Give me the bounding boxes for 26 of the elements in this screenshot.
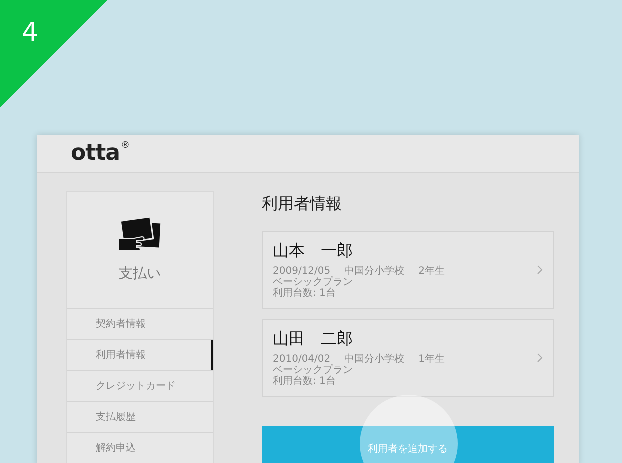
sidebar-item[interactable]: 支払履歴 bbox=[67, 402, 213, 433]
sidebar-item[interactable]: クレジットカード bbox=[67, 371, 213, 402]
user-birthdate: 2010/04/02 bbox=[273, 354, 331, 365]
user-device-count: 利用台数: 1台 bbox=[273, 376, 337, 387]
user-plan: ベーシックプラン bbox=[273, 277, 354, 288]
user-school: 中国分小学校 bbox=[344, 354, 405, 365]
chevron-right-icon bbox=[537, 265, 543, 275]
user-card[interactable]: 山田 二郎 2010/04/02 中国分小学校 1年生 ベーシックプラン 利用台数: 1台 bbox=[262, 319, 554, 397]
user-name: 山本 一郎 bbox=[273, 241, 354, 262]
sidebar-item[interactable]: 利用者情報 bbox=[67, 340, 213, 371]
page-title: 利用者情報 bbox=[262, 194, 343, 215]
user-birthdate: 2009/12/05 bbox=[273, 266, 331, 277]
user-grade: 2年生 bbox=[418, 266, 446, 277]
user-device-count: 利用台数: 1台 bbox=[273, 288, 337, 299]
user-name: 山田 二郎 bbox=[273, 329, 354, 350]
chevron-right-icon bbox=[537, 353, 543, 363]
sidebar-item[interactable]: 解約申込 bbox=[67, 433, 213, 463]
step-number-badge: 4 bbox=[0, 0, 108, 108]
otta-logo: otta® bbox=[71, 141, 130, 166]
user-plan: ベーシックプラン bbox=[273, 365, 354, 376]
sidebar-item[interactable]: 契約者情報 bbox=[67, 309, 213, 340]
add-user-button[interactable]: 利用者を追加する bbox=[262, 426, 554, 463]
user-grade: 1年生 bbox=[418, 354, 446, 365]
user-school: 中国分小学校 bbox=[344, 266, 405, 277]
sidebar-title: 支払い bbox=[119, 265, 161, 283]
user-card[interactable]: 山本 一郎 2009/12/05 中国分小学校 2年生 ベーシックプラン 利用台数: 1台 bbox=[262, 231, 554, 309]
